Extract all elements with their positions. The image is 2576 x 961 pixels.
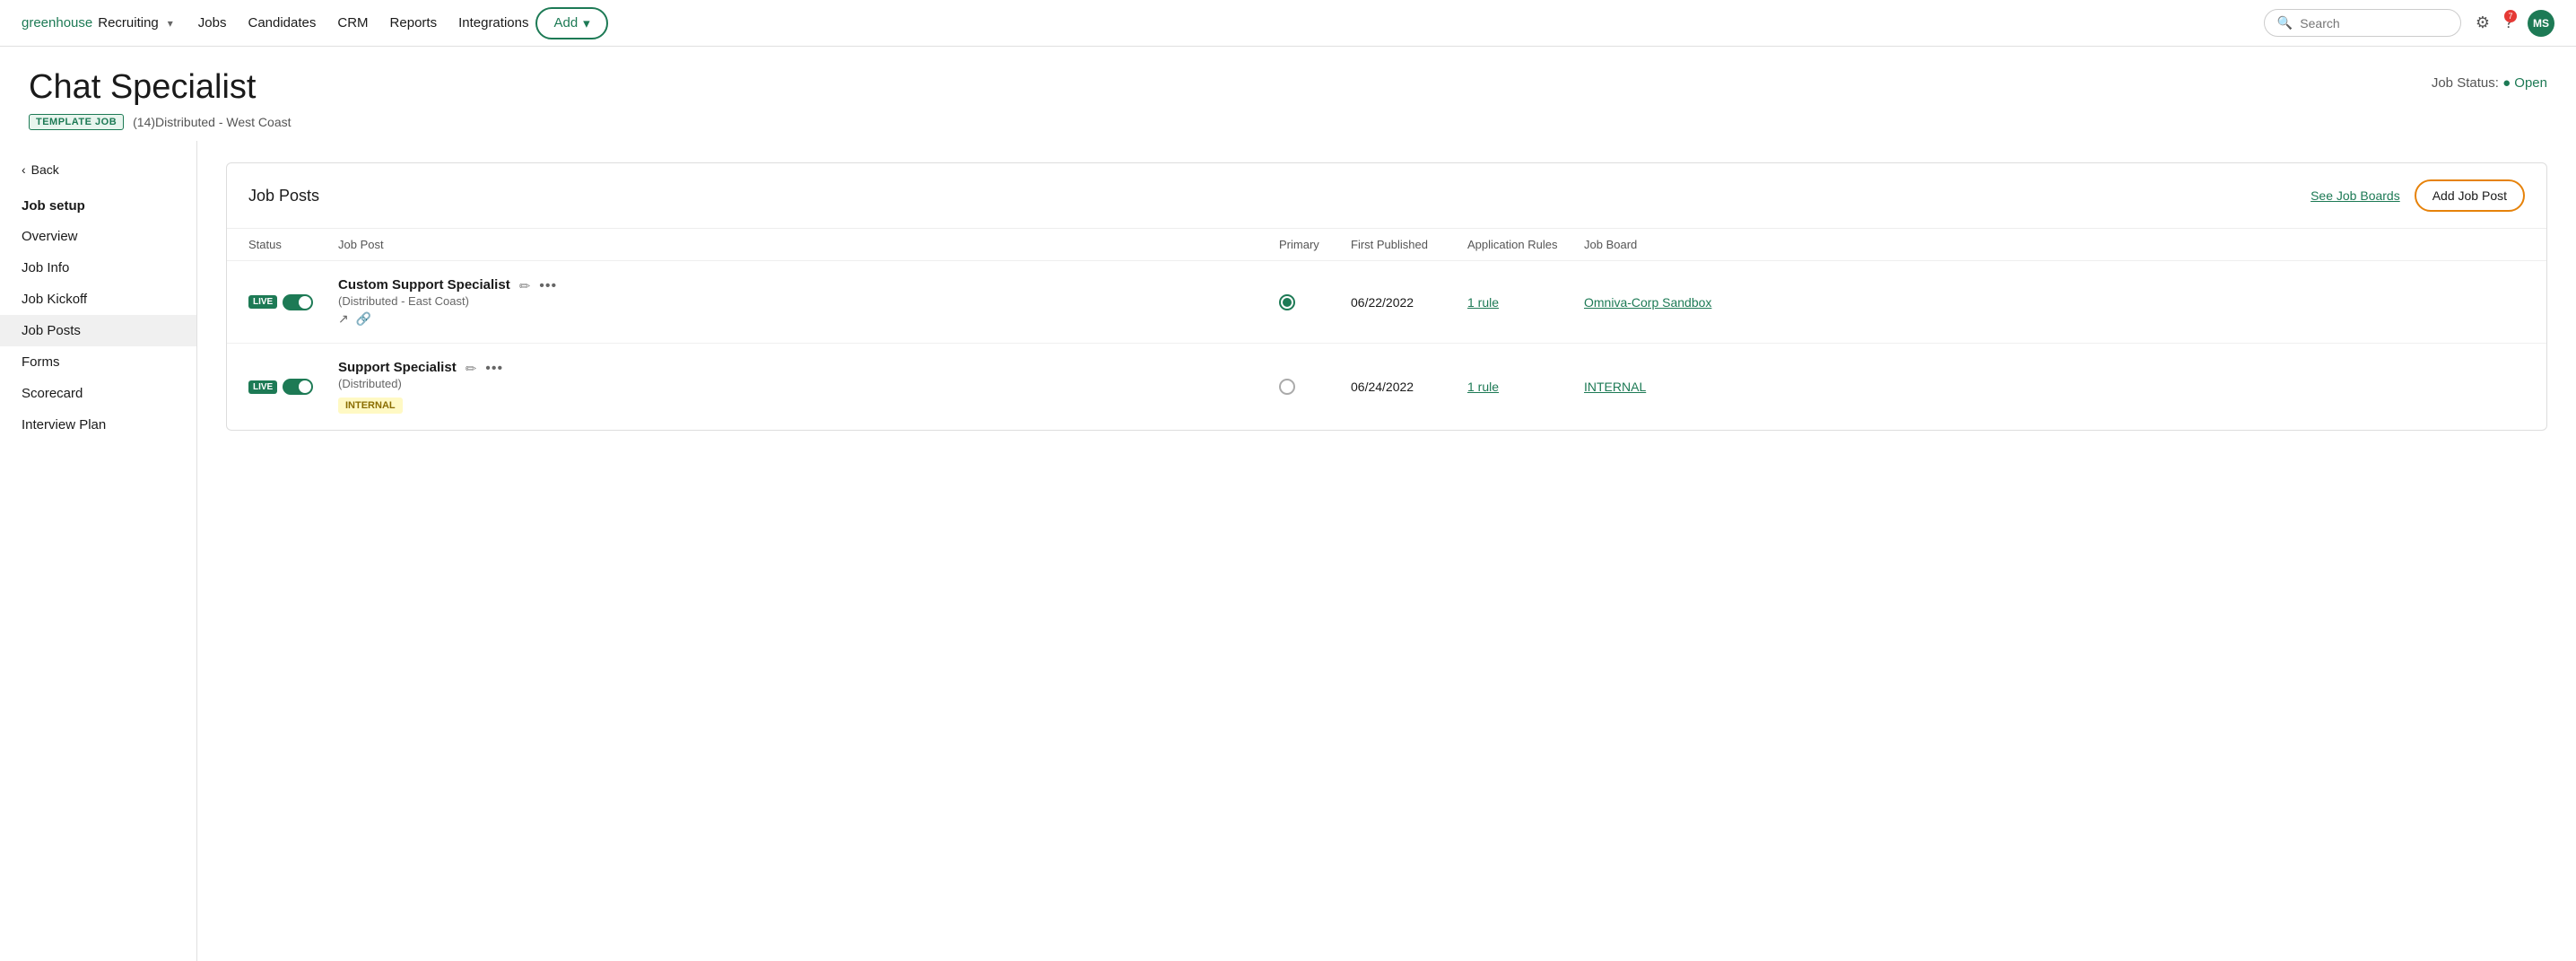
job-post-info-2: Support Specialist ✏ ••• (Distributed) I… <box>338 360 1279 414</box>
back-link[interactable]: ‹ Back <box>0 155 196 184</box>
first-published-2: 06/24/2022 <box>1351 380 1467 394</box>
page-title: Chat Specialist <box>29 68 256 107</box>
sidebar-item-job-info[interactable]: Job Info <box>0 252 196 284</box>
sidebar: ‹ Back Job setup Overview Job Info Job K… <box>0 141 197 961</box>
chevron-down-icon: ▾ <box>168 17 173 30</box>
main-content: Job Posts See Job Boards Add Job Post St… <box>197 141 2576 961</box>
sidebar-item-forms[interactable]: Forms <box>0 346 196 378</box>
toggle-switch-2[interactable] <box>283 379 313 395</box>
nav-right: 🔍 ⚙ ? 7 MS <box>2264 9 2554 37</box>
col-application-rules: Application Rules <box>1467 238 1584 251</box>
link-icon-1[interactable]: 🔗 <box>356 311 371 327</box>
logo[interactable]: greenhouse Recruiting ▾ <box>22 15 173 31</box>
settings-button[interactable]: ⚙ <box>2476 13 2490 32</box>
page-header: Chat Specialist Job Status: ● Open TEMPL… <box>0 47 2576 141</box>
status-toggle-1: LIVE <box>248 294 338 310</box>
search-box[interactable]: 🔍 <box>2264 9 2461 37</box>
toggle-switch-1[interactable] <box>283 294 313 310</box>
radio-filled-1[interactable] <box>1279 294 1295 310</box>
more-options-2[interactable]: ••• <box>485 361 503 377</box>
job-posts-panel: Job Posts See Job Boards Add Job Post St… <box>226 162 2547 431</box>
external-link-icon-1[interactable]: ↗ <box>338 311 349 327</box>
page-meta: TEMPLATE JOB (14)Distributed - West Coas… <box>29 114 2547 130</box>
logo-text: Recruiting <box>98 15 159 31</box>
nav-links: Jobs Candidates CRM Reports Integrations <box>198 15 529 31</box>
sidebar-item-scorecard[interactable]: Scorecard <box>0 378 196 409</box>
see-job-boards-link[interactable]: See Job Boards <box>2311 188 2400 203</box>
nav-reports[interactable]: Reports <box>390 15 438 31</box>
avatar[interactable]: MS <box>2528 10 2554 37</box>
primary-radio-2[interactable] <box>1279 379 1351 395</box>
panel-header: Job Posts See Job Boards Add Job Post <box>227 163 2546 229</box>
post-actions-1: ↗ 🔗 <box>338 311 1279 327</box>
sidebar-item-interview-plan[interactable]: Interview Plan <box>0 409 196 441</box>
job-board-link-2[interactable]: INTERNAL <box>1584 380 2525 394</box>
sidebar-item-job-posts[interactable]: Job Posts <box>0 315 196 346</box>
rule-link-1[interactable]: 1 rule <box>1467 295 1584 310</box>
col-job-post: Job Post <box>338 238 1279 251</box>
radio-empty-2[interactable] <box>1279 379 1295 395</box>
chevron-down-icon: ▾ <box>583 15 590 31</box>
col-first-published: First Published <box>1351 238 1467 251</box>
internal-badge-2: INTERNAL <box>338 398 403 414</box>
table-header: Status Job Post Primary First Published … <box>227 229 2546 261</box>
job-post-location-2: (Distributed) <box>338 377 1279 390</box>
sidebar-item-overview[interactable]: Overview <box>0 221 196 252</box>
back-arrow-icon: ‹ <box>22 162 26 177</box>
live-label-1: LIVE <box>248 295 277 309</box>
notification-badge: 7 <box>2504 10 2517 22</box>
back-label: Back <box>31 162 59 177</box>
job-post-info-1: Custom Support Specialist ✏ ••• (Distrib… <box>338 277 1279 327</box>
table-row: LIVE Support Specialist ✏ ••• (Distribut… <box>227 344 2546 430</box>
status-toggle-2: LIVE <box>248 379 338 395</box>
edit-icon-2[interactable]: ✏ <box>466 361 477 377</box>
job-post-name-2: Support Specialist <box>338 360 457 375</box>
search-input[interactable] <box>2300 16 2448 31</box>
col-primary: Primary <box>1279 238 1351 251</box>
job-post-name-1: Custom Support Specialist <box>338 277 510 293</box>
edit-icon-1[interactable]: ✏ <box>519 278 531 294</box>
primary-radio-1[interactable] <box>1279 294 1351 310</box>
col-status: Status <box>248 238 338 251</box>
job-post-location-1: (Distributed - East Coast) <box>338 294 1279 308</box>
col-job-board: Job Board <box>1584 238 2525 251</box>
nav-candidates[interactable]: Candidates <box>248 15 316 31</box>
job-board-link-1[interactable]: Omniva-Corp Sandbox <box>1584 295 2525 310</box>
top-navigation: greenhouse Recruiting ▾ Jobs Candidates … <box>0 0 2576 47</box>
nav-crm[interactable]: CRM <box>337 15 368 31</box>
live-label-2: LIVE <box>248 380 277 394</box>
table-row: LIVE Custom Support Specialist ✏ ••• (Di… <box>227 261 2546 344</box>
nav-jobs[interactable]: Jobs <box>198 15 227 31</box>
job-status-value: Open <box>2514 75 2547 91</box>
nav-integrations[interactable]: Integrations <box>458 15 528 31</box>
sidebar-item-job-kickoff[interactable]: Job Kickoff <box>0 284 196 315</box>
add-button[interactable]: Add ▾ <box>535 7 607 39</box>
location-text: (14)Distributed - West Coast <box>133 115 291 129</box>
more-options-1[interactable]: ••• <box>539 278 557 294</box>
logo-green-text: greenhouse <box>22 15 92 31</box>
sidebar-section-title: Job setup <box>0 191 196 221</box>
template-badge: TEMPLATE JOB <box>29 114 124 130</box>
first-published-1: 06/22/2022 <box>1351 295 1467 310</box>
search-icon: 🔍 <box>2277 15 2293 31</box>
rule-link-2[interactable]: 1 rule <box>1467 380 1584 394</box>
status-dot: ● <box>2502 75 2514 91</box>
panel-title: Job Posts <box>248 187 319 205</box>
main-layout: ‹ Back Job setup Overview Job Info Job K… <box>0 141 2576 961</box>
job-status-label: Job Status: <box>2432 75 2499 91</box>
panel-actions: See Job Boards Add Job Post <box>2311 179 2525 212</box>
add-label: Add <box>553 15 578 31</box>
help-button[interactable]: ? 7 <box>2504 13 2513 32</box>
add-job-post-button[interactable]: Add Job Post <box>2415 179 2525 212</box>
